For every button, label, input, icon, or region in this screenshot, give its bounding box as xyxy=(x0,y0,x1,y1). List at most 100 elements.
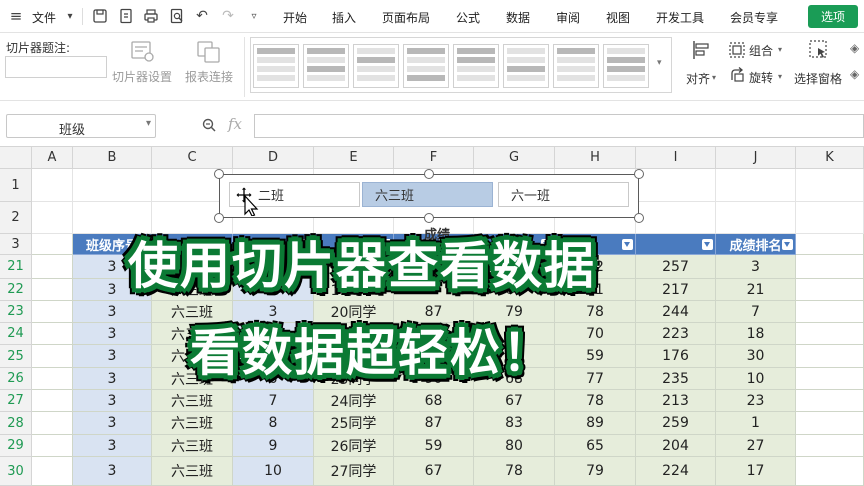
empty-cell[interactable] xyxy=(32,412,73,435)
table-cell[interactable]: 68 xyxy=(394,390,474,412)
column-header-j[interactable]: J xyxy=(716,147,796,169)
empty-cell[interactable] xyxy=(796,390,864,412)
table-cell[interactable]: 78 xyxy=(555,390,636,412)
empty-cell[interactable] xyxy=(796,279,864,301)
slicer-panel[interactable]: 二班 六三班 六一班 xyxy=(219,174,639,218)
table-cell[interactable]: 67 xyxy=(394,457,474,486)
resize-handle[interactable] xyxy=(424,213,434,223)
selection-pane-button[interactable]: 选择窗格 xyxy=(794,70,842,87)
table-cell[interactable]: 224 xyxy=(636,457,716,486)
tab-formulas[interactable]: 公式 xyxy=(456,9,480,26)
tab-home[interactable]: 开始 xyxy=(283,9,307,26)
table-cell[interactable]: 87 xyxy=(394,412,474,435)
zoom-formula-icon[interactable] xyxy=(201,117,217,136)
tab-view[interactable]: 视图 xyxy=(606,9,630,26)
report-connect-button[interactable]: 报表连接 xyxy=(185,68,233,85)
tab-data[interactable]: 数据 xyxy=(506,9,530,26)
empty-cell[interactable] xyxy=(796,255,864,279)
table-cell[interactable]: 27 xyxy=(716,435,796,457)
filter-dropdown-icon[interactable] xyxy=(782,239,793,250)
table-cell[interactable]: 176 xyxy=(636,345,716,368)
row-header-25[interactable]: 25 xyxy=(0,345,32,368)
table-cell[interactable]: 204 xyxy=(636,435,716,457)
empty-cell[interactable] xyxy=(636,202,716,234)
table-cell[interactable]: 3 xyxy=(73,457,152,486)
slicer-settings-button[interactable]: 切片器设置 xyxy=(112,68,172,85)
slicer-settings-icon[interactable] xyxy=(130,40,156,67)
row-header-23[interactable]: 23 xyxy=(0,301,32,323)
table-cell[interactable]: 六三班 xyxy=(152,390,233,412)
column-header-d[interactable]: D xyxy=(233,147,314,169)
empty-cell[interactable] xyxy=(32,202,73,234)
slicer-item-2[interactable]: 六三班 xyxy=(362,182,493,207)
quick-access-more-icon[interactable]: ▿ xyxy=(244,6,264,26)
table-cell[interactable]: 3 xyxy=(716,255,796,279)
table-cell[interactable]: 18 xyxy=(716,323,796,345)
gallery-more-icon[interactable]: ▾ xyxy=(657,58,662,68)
chevron-down-icon[interactable]: ▾ xyxy=(712,73,716,82)
tab-options[interactable]: 选项 xyxy=(808,5,858,28)
resize-handle[interactable] xyxy=(634,213,644,223)
layers-icon[interactable]: ◈ xyxy=(850,67,859,81)
table-cell[interactable]: 8 xyxy=(233,412,314,435)
table-cell[interactable]: 79 xyxy=(555,457,636,486)
empty-cell[interactable] xyxy=(32,345,73,368)
table-cell[interactable]: 3 xyxy=(73,412,152,435)
chevron-down-icon[interactable]: ▾ xyxy=(778,72,782,81)
slicer-style-3[interactable] xyxy=(353,44,399,88)
report-connect-icon[interactable] xyxy=(196,40,222,67)
column-header-k[interactable]: K xyxy=(796,147,864,169)
table-cell[interactable]: 217 xyxy=(636,279,716,301)
column-header-e[interactable]: E xyxy=(314,147,394,169)
table-header-cell[interactable] xyxy=(636,234,716,255)
empty-cell[interactable] xyxy=(716,169,796,202)
empty-cell[interactable] xyxy=(796,412,864,435)
resize-handle[interactable] xyxy=(424,169,434,179)
table-cell[interactable]: 70 xyxy=(555,323,636,345)
group-button[interactable]: 组合 xyxy=(749,42,773,59)
empty-cell[interactable] xyxy=(32,234,73,255)
tab-member[interactable]: 会员专享 xyxy=(730,9,778,26)
rotate-icon[interactable] xyxy=(728,66,746,87)
table-cell[interactable]: 10 xyxy=(716,368,796,390)
undo-icon[interactable]: ↶ xyxy=(192,6,212,26)
table-cell[interactable]: 78 xyxy=(555,301,636,323)
slicer-style-5[interactable] xyxy=(453,44,499,88)
table-cell[interactable]: 213 xyxy=(636,390,716,412)
chevron-down-icon[interactable]: ▾ xyxy=(60,6,80,26)
column-header-f[interactable]: F xyxy=(394,147,474,169)
chevron-down-icon[interactable]: ▾ xyxy=(146,118,151,129)
resize-handle[interactable] xyxy=(214,213,224,223)
table-cell[interactable]: 77 xyxy=(555,368,636,390)
print-preview-icon[interactable] xyxy=(167,6,187,26)
slicer-caption-input[interactable] xyxy=(5,56,107,78)
slicer-style-7[interactable] xyxy=(553,44,599,88)
slicer-style-1[interactable] xyxy=(253,44,299,88)
column-header-g[interactable]: G xyxy=(474,147,555,169)
table-cell[interactable]: 21 xyxy=(716,279,796,301)
table-cell[interactable]: 17 xyxy=(716,457,796,486)
table-cell[interactable]: 3 xyxy=(73,301,152,323)
table-cell[interactable]: 3 xyxy=(73,390,152,412)
redo-icon[interactable]: ↷ xyxy=(218,6,238,26)
slicer-style-2[interactable] xyxy=(303,44,349,88)
rotate-button[interactable]: 旋转 xyxy=(749,69,773,86)
empty-cell[interactable] xyxy=(32,390,73,412)
selection-pane-icon[interactable] xyxy=(808,39,830,66)
empty-cell[interactable] xyxy=(32,457,73,486)
empty-cell[interactable] xyxy=(796,345,864,368)
tab-review[interactable]: 审阅 xyxy=(556,9,580,26)
row-header-28[interactable]: 28 xyxy=(0,412,32,435)
table-cell[interactable]: 7 xyxy=(716,301,796,323)
table-cell[interactable]: 244 xyxy=(636,301,716,323)
column-header-b[interactable]: B xyxy=(73,147,152,169)
group-icon[interactable] xyxy=(728,41,746,62)
row-header-29[interactable]: 29 xyxy=(0,435,32,457)
slicer-item-3[interactable]: 六一班 xyxy=(498,182,629,207)
row-header-30[interactable]: 30 xyxy=(0,457,32,486)
empty-cell[interactable] xyxy=(636,169,716,202)
table-cell[interactable]: 7 xyxy=(233,390,314,412)
name-box[interactable]: 班级 ▾ xyxy=(6,114,156,138)
empty-cell[interactable] xyxy=(796,202,864,234)
table-cell[interactable]: 23 xyxy=(716,390,796,412)
